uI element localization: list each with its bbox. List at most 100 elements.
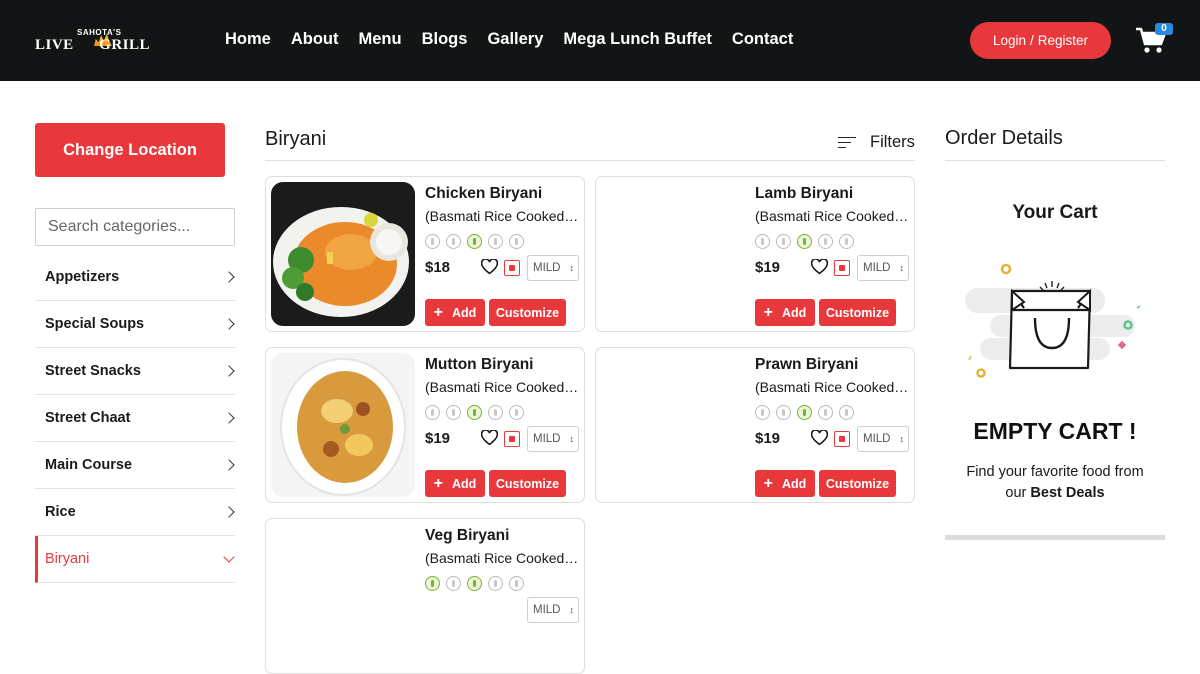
diet-icon [425,405,440,420]
nav-blogs[interactable]: Blogs [422,30,468,49]
item-name: Mutton Biryani [425,356,534,373]
chevron-right-icon [223,459,235,471]
category-label: Special Soups [45,316,145,332]
diet-icon [839,234,854,249]
filters-label: Filters [870,133,915,151]
spice-level-select[interactable]: MILD [857,255,909,281]
logo-small-text: SAHOTA'S [77,28,122,37]
diet-icon [446,234,461,249]
diet-icon [425,576,440,591]
nav-mega-lunch-buffet[interactable]: Mega Lunch Buffet [563,30,712,49]
item-description: (Basmati Rice Cooked with Lamb) [755,208,911,224]
logo-text: LIVE GRILL [35,37,151,53]
chevron-down-icon [223,551,235,563]
site-logo[interactable]: SAHOTA'S LIVE GRILL [35,28,165,54]
login-register-button[interactable]: Login / Register [970,22,1111,59]
item-price: $19 [425,430,451,447]
nav-gallery[interactable]: Gallery [487,30,543,49]
register-link[interactable]: Register [1038,33,1088,48]
category-main-course[interactable]: Main Course [35,442,235,489]
diet-icon [797,405,812,420]
customize-button[interactable]: Customize [489,299,566,326]
main-nav: Home About Menu Blogs Gallery Mega Lunch… [225,30,813,49]
add-button[interactable]: + Add [425,470,485,497]
empty-bag-icon [965,263,1141,378]
filter-icon [838,136,856,150]
diet-icons [755,405,860,420]
item-name: Lamb Biryani [755,185,854,202]
customize-button[interactable]: Customize [489,470,566,497]
order-details-title: Order Details [945,127,1063,149]
add-button[interactable]: + Add [425,299,485,326]
diet-icon [776,405,791,420]
category-label: Street Snacks [45,363,141,379]
add-label: Add [782,476,807,491]
category-biryani[interactable]: Biryani [35,536,235,583]
customize-button[interactable]: Customize [819,299,896,326]
diet-icon [488,576,503,591]
chevron-right-icon [223,506,235,518]
change-location-button[interactable]: Change Location [35,123,225,177]
diet-icon [755,405,770,420]
diet-icons [425,234,530,249]
category-appetizers[interactable]: Appetizers [35,254,235,301]
login-link[interactable]: Login [993,33,1026,48]
nav-menu[interactable]: Menu [359,30,402,49]
diet-icon [488,405,503,420]
item-description: (Basmati Rice Cooked with Mutton) [425,379,581,395]
chevron-right-icon [223,365,235,377]
category-special-soups[interactable]: Special Soups [35,301,235,348]
your-cart-title: Your Cart [1012,202,1098,223]
diet-icons [425,405,530,420]
diet-icon [446,405,461,420]
plus-icon: + [763,474,774,492]
diet-icon [818,234,833,249]
spice-level-select[interactable]: MILD [857,426,909,452]
add-label: Add [452,476,477,491]
category-label: Rice [45,504,76,520]
nav-home[interactable]: Home [225,30,271,49]
category-label: Main Course [45,457,133,473]
menu-item-card: Prawn Biryani (Basmati Rice Cooked with … [595,347,915,503]
menu-item-card: Lamb Biryani (Basmati Rice Cooked with L… [595,176,915,332]
diet-icon [467,234,482,249]
plus-icon: + [433,303,444,321]
heart-icon[interactable] [811,430,828,446]
spice-level-select[interactable]: MILD [527,597,579,623]
menu-item-card: Mutton Biryani (Basmati Rice Cooked with… [265,347,585,503]
spice-level-select[interactable]: MILD [527,255,579,281]
diet-icon [425,234,440,249]
nav-contact[interactable]: Contact [732,30,793,49]
diet-icons [755,234,860,249]
category-rice[interactable]: Rice [35,489,235,536]
heart-icon[interactable] [481,430,498,446]
heart-icon[interactable] [811,259,828,275]
non-veg-icon [834,431,850,447]
order-summary-bar [945,535,1165,540]
category-list: Appetizers Special Soups Street Snacks S… [35,254,235,583]
diet-icon [509,576,524,591]
item-description: (Basmati Rice Cooked with Chicken) [425,208,581,224]
diet-icon [509,234,524,249]
category-street-snacks[interactable]: Street Snacks [35,348,235,395]
diet-icon [797,234,812,249]
chevron-right-icon [223,412,235,424]
category-street-chaat[interactable]: Street Chaat [35,395,235,442]
login-separator: / [1030,33,1034,48]
mutton-biryani-image [271,353,415,497]
filters-button[interactable]: Filters [838,133,915,152]
diet-icons [425,576,530,591]
category-search-input[interactable] [35,208,235,246]
divider [265,160,915,161]
section-title: Biryani [265,128,327,150]
add-button[interactable]: + Add [755,299,815,326]
category-label: Appetizers [45,269,120,285]
heart-icon[interactable] [481,259,498,275]
spice-level-select[interactable]: MILD [527,426,579,452]
customize-button[interactable]: Customize [819,470,896,497]
best-deals-link[interactable]: Best Deals [1030,485,1104,501]
diet-icon [488,234,503,249]
nav-about[interactable]: About [291,30,339,49]
empty-cart-message: Find your favorite food from our Best De… [965,462,1145,504]
add-button[interactable]: + Add [755,470,815,497]
